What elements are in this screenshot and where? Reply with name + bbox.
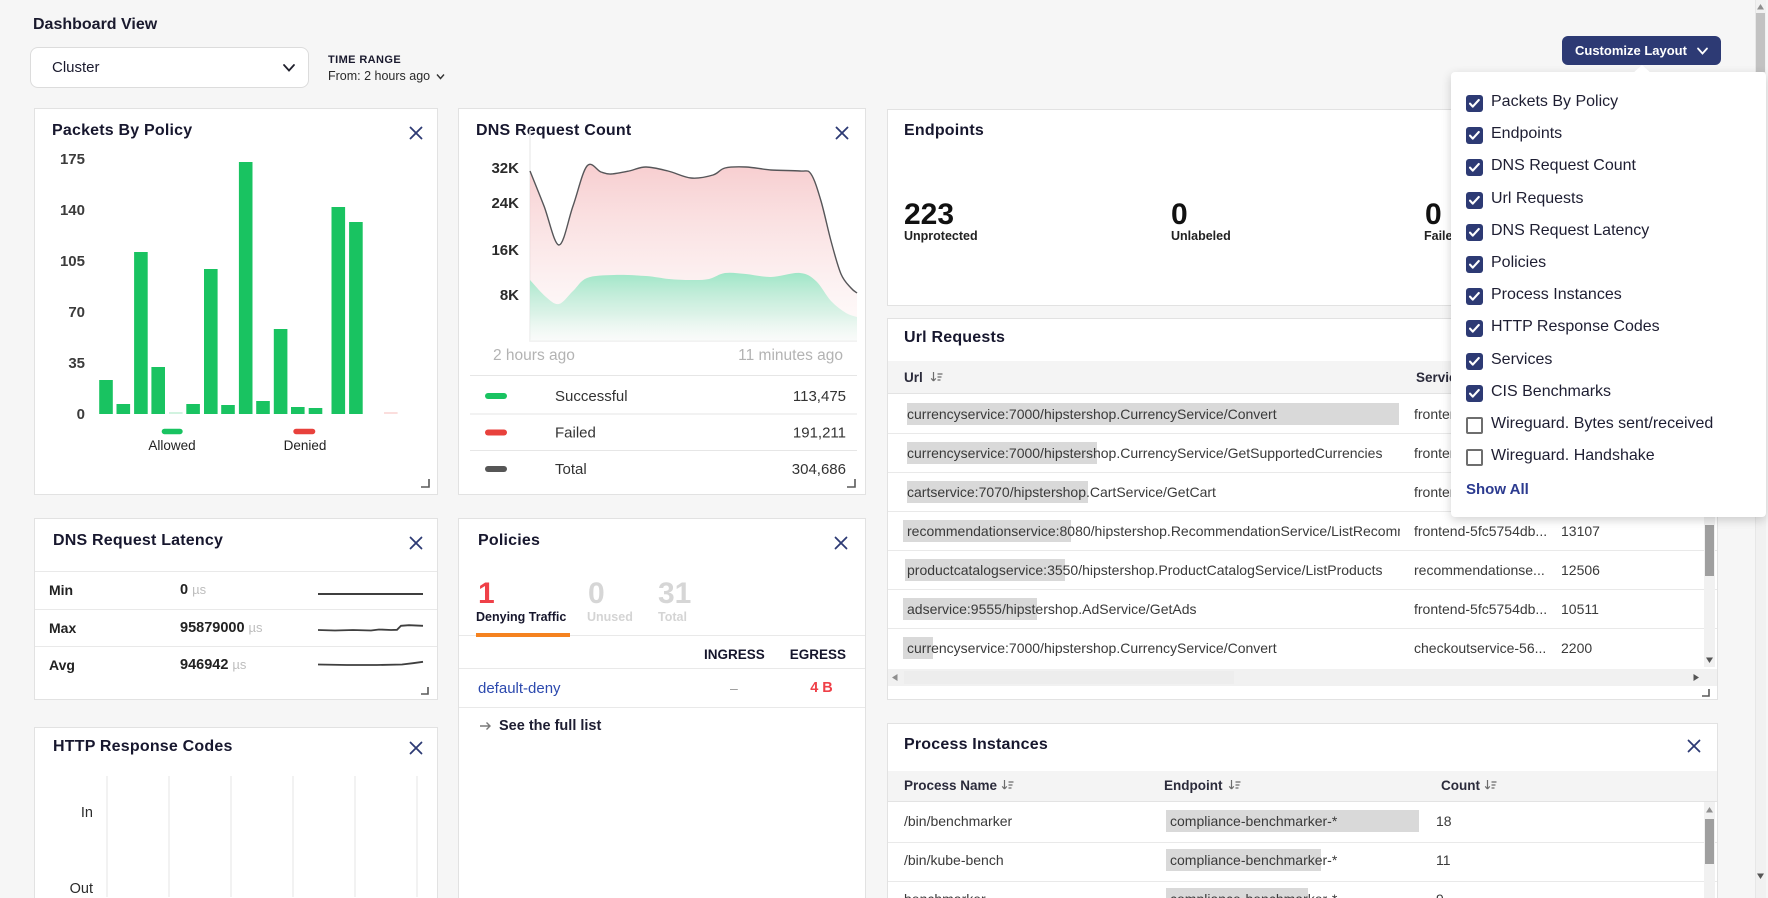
svg-text:Successful: Successful [555,388,628,405]
svg-text:Failed: Failed [555,425,596,442]
svg-text:Out: Out [70,881,93,897]
svg-text:8K: 8K [500,287,519,304]
svg-text:191,211: 191,211 [793,425,846,442]
svg-text:304,686: 304,686 [792,461,846,478]
svg-text:105: 105 [60,253,85,270]
svg-text:Total: Total [555,461,587,478]
svg-text:24K: 24K [491,195,519,212]
svg-text:0: 0 [77,406,85,423]
svg-text:16K: 16K [491,242,519,259]
svg-text:113,475: 113,475 [793,388,846,405]
svg-text:70: 70 [68,304,85,321]
svg-text:Denied: Denied [284,438,327,453]
svg-text:140: 140 [60,202,85,219]
svg-text:11 minutes ago: 11 minutes ago [738,347,843,364]
svg-text:175: 175 [60,151,85,168]
svg-text:32K: 32K [491,160,519,177]
svg-text:35: 35 [68,355,85,372]
svg-text:2 hours ago: 2 hours ago [493,347,575,364]
svg-text:Allowed: Allowed [148,438,195,453]
svg-text:In: In [81,805,93,821]
